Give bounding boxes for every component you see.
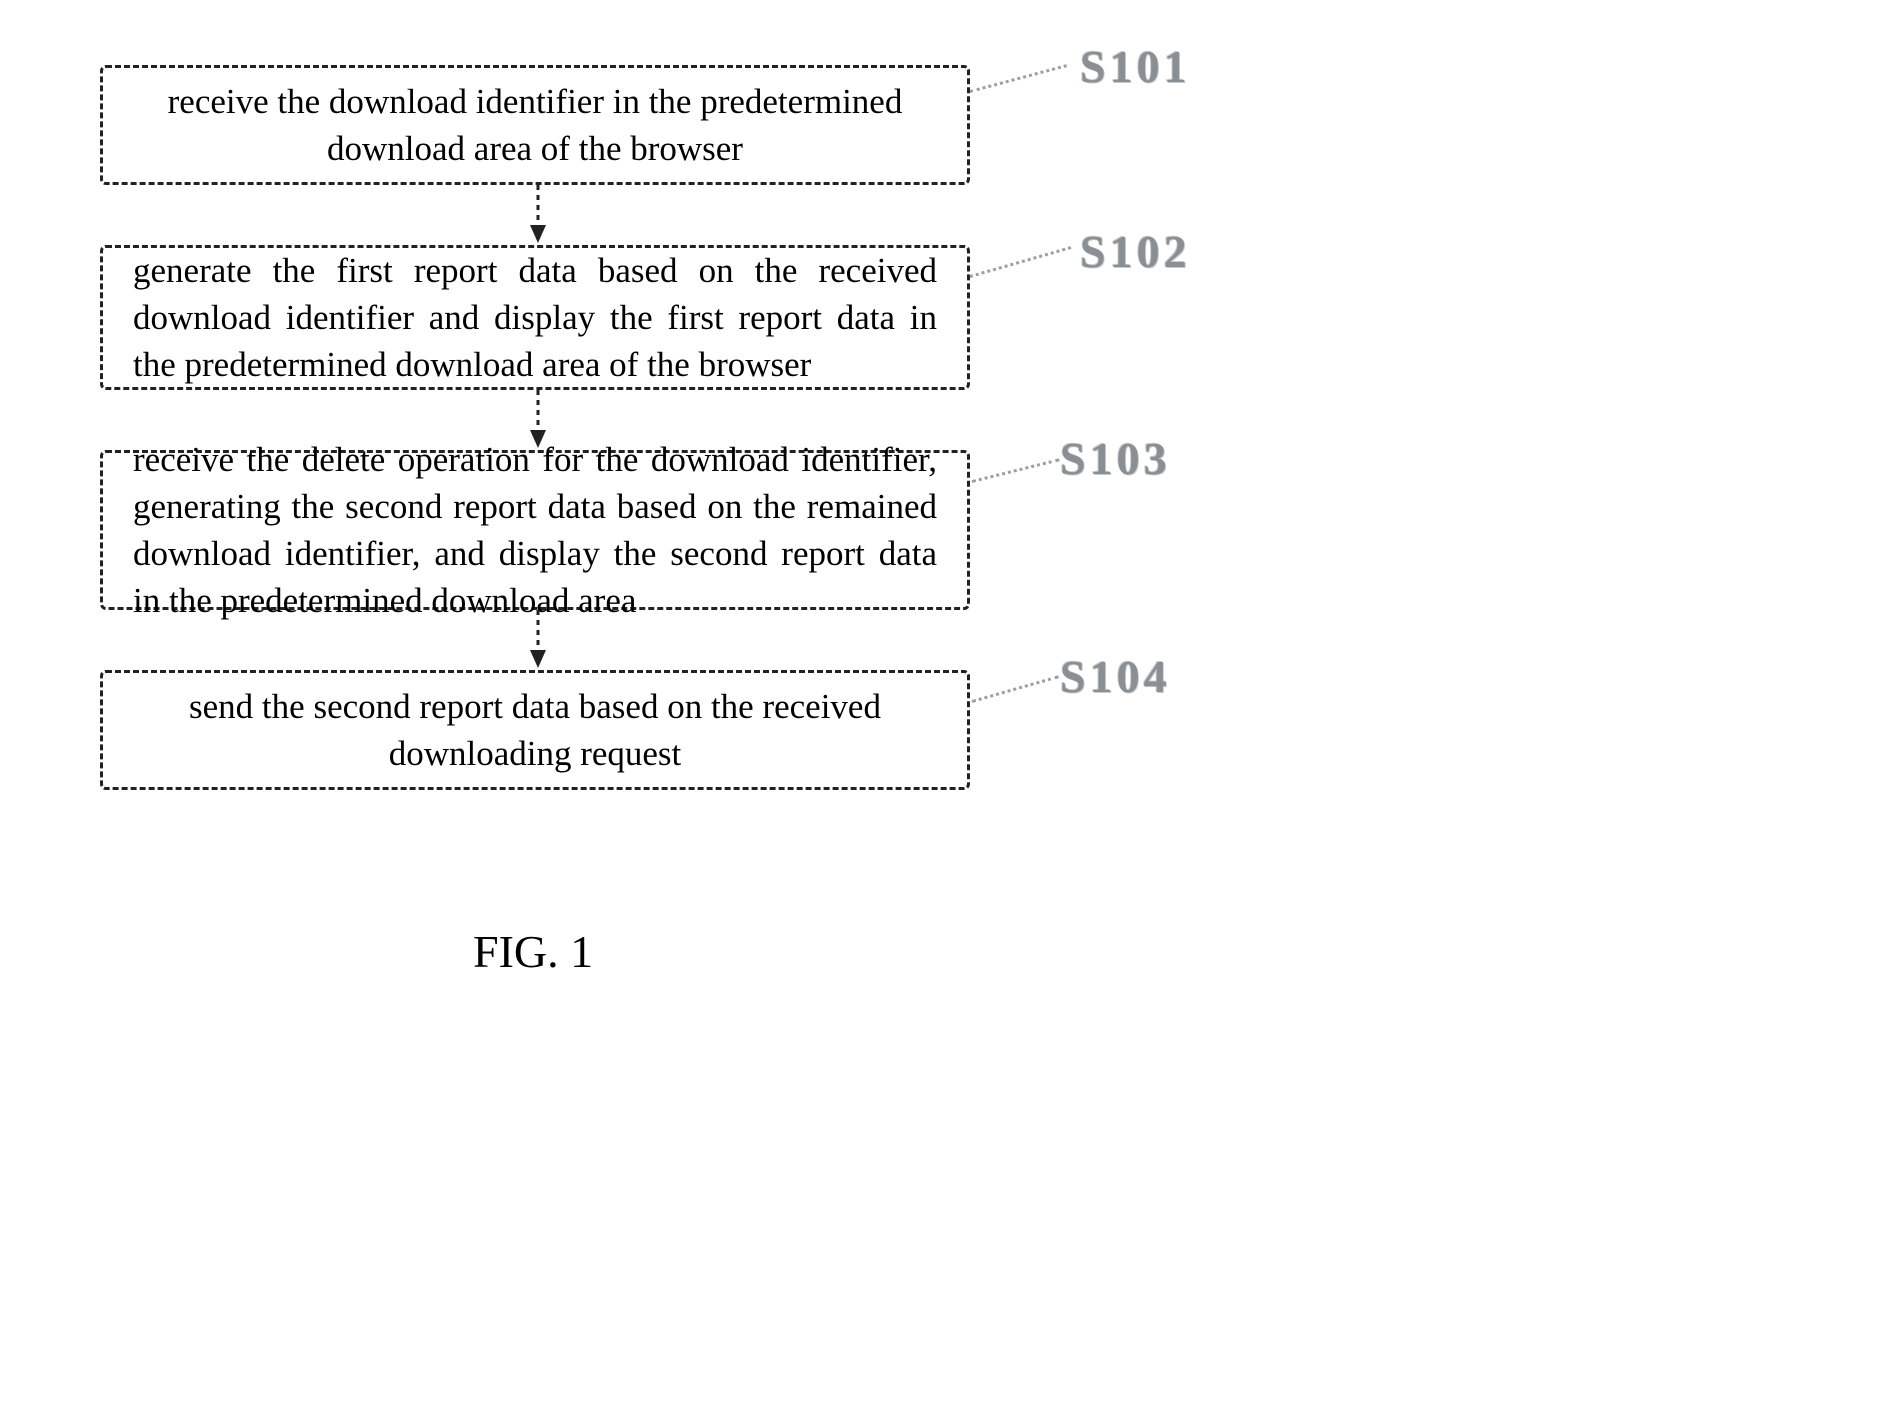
step-label-s104: S104 [1060,650,1171,703]
figure-caption: FIG. 1 [473,925,593,978]
step-text-s102: generate the first report data based on … [133,247,937,389]
step-box-s104: send the second report data based on the… [100,670,970,790]
flowchart-canvas: receive the download identifier in the p… [0,0,1904,1423]
step-box-s101: receive the download identifier in the p… [100,65,970,185]
leader-s101 [970,64,1067,93]
step-label-s102: S102 [1080,225,1191,278]
arrow-s103-s104 [530,610,546,670]
leader-s104 [972,675,1059,703]
step-label-s101: S101 [1080,40,1191,93]
leader-s103 [972,458,1060,483]
step-box-s102: generate the first report data based on … [100,245,970,390]
leader-s102 [970,246,1072,278]
arrow-s101-s102 [530,185,546,245]
step-text-s103: receive the delete operation for the dow… [133,436,937,625]
step-text-s101: receive the download identifier in the p… [133,78,937,173]
step-label-s103: S103 [1060,432,1171,485]
step-text-s104: send the second report data based on the… [133,683,937,778]
step-box-s103: receive the delete operation for the dow… [100,450,970,610]
